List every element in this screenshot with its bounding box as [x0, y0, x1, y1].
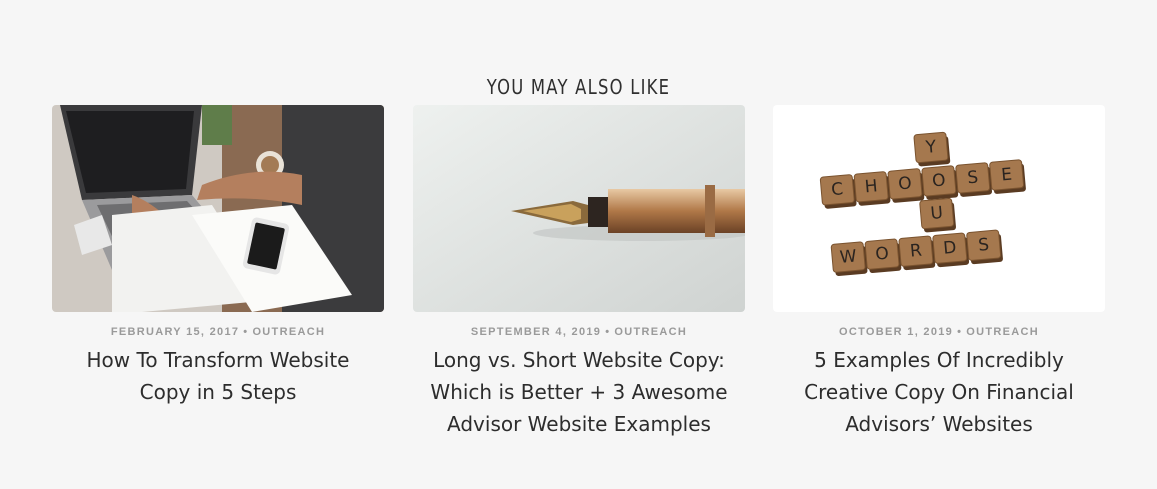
scrabble-tile: S — [955, 162, 993, 197]
post-meta: FEBRUARY 15, 2017 • OUTREACH — [52, 326, 384, 338]
section-heading: YOU MAY ALSO LIKE — [486, 74, 671, 99]
meta-separator: • — [605, 326, 611, 338]
post-title[interactable]: How To Transform Website Copy in 5 Steps — [52, 344, 384, 408]
post-date: OCTOBER 1, 2019 — [839, 326, 954, 338]
post-category[interactable]: OUTREACH — [614, 326, 687, 338]
svg-text:W: W — [839, 246, 858, 267]
scrabble-tile: O — [921, 165, 959, 200]
post-meta: OCTOBER 1, 2019 • OUTREACH — [773, 326, 1105, 338]
related-post-card[interactable]: CHOOSEYUWORDS OCTOBER 1, 2019 • OUTREACH 5… — [773, 105, 1105, 440]
post-title[interactable]: 5 Examples Of Incredibly Creative Copy O… — [773, 344, 1105, 440]
post-title[interactable]: Long vs. Short Website Copy: Which is Be… — [413, 344, 745, 440]
post-category[interactable]: OUTREACH — [252, 326, 325, 338]
scrabble-tile: S — [966, 229, 1003, 265]
scrabble-tile: E — [989, 159, 1026, 194]
svg-text:D: D — [942, 238, 957, 259]
related-post-card[interactable]: SEPTEMBER 4, 2019 • OUTREACH Long vs. Shor… — [413, 105, 745, 440]
svg-text:S: S — [967, 168, 979, 189]
svg-text:C: C — [831, 179, 845, 200]
laptop-image — [52, 105, 384, 312]
scrabble-tile: D — [932, 232, 970, 268]
meta-separator: • — [957, 326, 963, 338]
scrabble-tile: R — [898, 235, 936, 271]
post-thumbnail-laptop[interactable] — [52, 105, 384, 312]
related-post-card[interactable]: FEBRUARY 15, 2017 • OUTREACH How To Transf… — [52, 105, 384, 408]
svg-text:E: E — [1000, 165, 1012, 186]
scrabble-tiles-image: C H O O S EYUW O R D S — [773, 105, 1105, 312]
meta-separator: • — [243, 326, 249, 338]
svg-text:O: O — [931, 170, 946, 191]
scrabble-tile: O — [887, 168, 925, 203]
post-category[interactable]: OUTREACH — [966, 326, 1039, 338]
post-thumbnail-scrabble[interactable]: CHOOSEYUWORDS — [773, 105, 1105, 312]
post-meta: SEPTEMBER 4, 2019 • OUTREACH — [413, 326, 745, 338]
scrabble-tile: C — [819, 174, 857, 209]
scrabble-tile: W — [830, 241, 868, 277]
svg-text:S: S — [977, 235, 989, 256]
scrabble-tile: O — [864, 238, 902, 274]
scrabble-tile: H — [853, 171, 891, 206]
post-thumbnail-pen[interactable] — [413, 105, 745, 312]
svg-text:R: R — [909, 241, 923, 262]
fountain-pen-image — [413, 105, 745, 312]
scrabble-tile: Y — [913, 131, 951, 167]
svg-text:O: O — [897, 173, 912, 194]
scrabble-tile: U — [919, 197, 956, 233]
svg-text:H: H — [864, 176, 878, 197]
svg-text:U: U — [930, 203, 944, 224]
post-date: FEBRUARY 15, 2017 — [110, 326, 240, 338]
post-date: SEPTEMBER 4, 2019 — [470, 326, 602, 338]
svg-text:O: O — [875, 244, 890, 265]
